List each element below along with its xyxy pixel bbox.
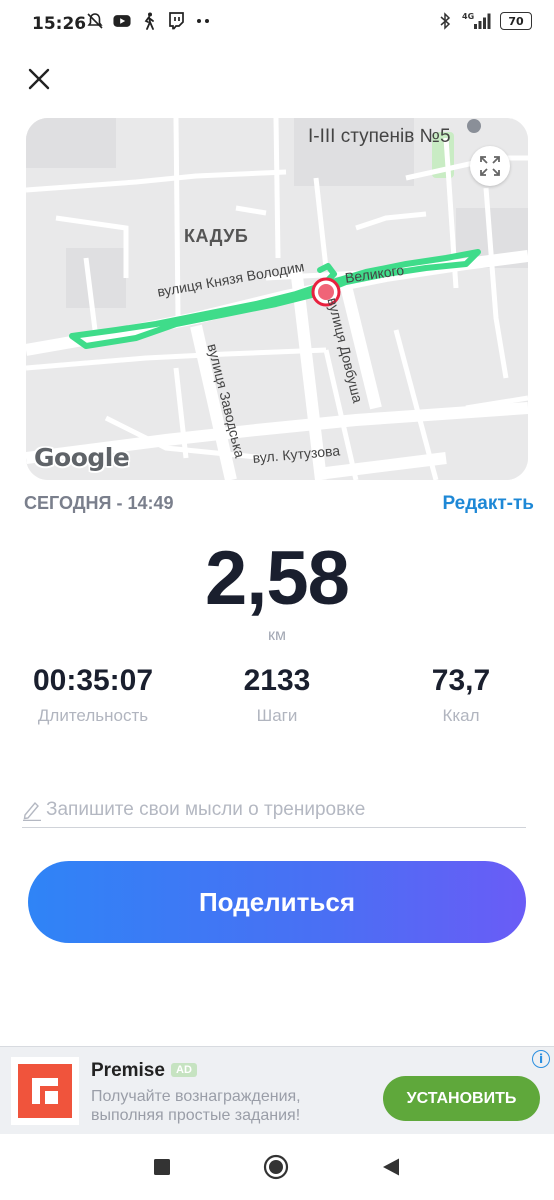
status-notification-icons <box>86 12 212 30</box>
pencil-icon <box>23 801 41 821</box>
status-bar: 15:26 4G 70 <box>0 0 554 50</box>
distance-unit: км <box>268 627 286 644</box>
install-label: УСТАНОВИТЬ <box>406 1089 517 1107</box>
premise-logo <box>11 1057 79 1125</box>
bluetooth-icon <box>436 12 454 30</box>
ad-description: Получайте вознаграждения, выполняя прост… <box>91 1088 301 1124</box>
ad-info-icon[interactable]: i <box>532 1050 550 1068</box>
stat-value: 73,7 <box>431 664 491 697</box>
status-time: 15:26 <box>32 14 87 34</box>
stat-label: Шаги <box>256 706 298 725</box>
place-pin <box>467 119 481 133</box>
stat-duration: 00:35:07 Длительность <box>3 664 183 726</box>
share-button[interactable]: Поделиться <box>28 861 526 943</box>
notes-input[interactable]: Запишите свои мысли о тренировке <box>22 792 526 828</box>
edit-button[interactable]: Редакт-ть <box>442 493 534 515</box>
map-label-district: КАДУБ <box>184 226 249 246</box>
ad-title: Premise <box>91 1060 165 1081</box>
share-label: Поделиться <box>198 886 356 917</box>
home-button[interactable] <box>263 1154 289 1180</box>
home-circle-icon <box>263 1154 289 1180</box>
close-icon <box>28 68 50 90</box>
stat-steps: 2133 Шаги <box>187 664 367 726</box>
back-button[interactable] <box>378 1154 404 1180</box>
network-type-label: 4G <box>462 12 475 21</box>
stat-label: Ккал <box>442 706 480 725</box>
workout-date-row: СЕГОДНЯ - 14:49 Редакт-ть <box>24 493 534 515</box>
stat-value: 2133 <box>243 664 311 697</box>
expand-icon <box>480 156 500 176</box>
recents-button[interactable] <box>149 1154 175 1180</box>
notes-placeholder: Запишите свои мысли о тренировке <box>46 798 366 820</box>
google-attribution: Google <box>34 443 130 472</box>
youtube-icon <box>113 12 131 30</box>
map-tiles <box>26 118 528 480</box>
more-dots-icon <box>194 12 212 30</box>
stat-calories: 73,7 Ккал <box>371 664 551 726</box>
workout-date: СЕГОДНЯ - 14:49 <box>24 493 174 513</box>
close-button[interactable] <box>22 62 56 96</box>
expand-map-button[interactable] <box>470 146 510 186</box>
muted-icon <box>86 12 104 30</box>
recents-square-icon <box>154 1159 170 1175</box>
system-nav-bar <box>0 1134 554 1200</box>
ad-banner[interactable]: Premise AD Получайте вознаграждения, вып… <box>0 1046 554 1134</box>
walking-icon <box>140 12 158 30</box>
twitch-icon <box>167 12 185 30</box>
status-system-icons: 4G 70 <box>436 12 532 30</box>
install-button[interactable]: УСТАНОВИТЬ <box>383 1076 540 1121</box>
battery-icon: 70 <box>500 12 532 30</box>
stat-label: Длительность <box>37 706 149 725</box>
back-triangle-icon <box>383 1158 399 1176</box>
ad-badge: AD <box>171 1063 197 1077</box>
route-map[interactable]: I-III ступенів №5 КАДУБ вулиця Князя Вол… <box>26 118 528 480</box>
stat-value: 00:35:07 <box>32 664 154 697</box>
distance-value: 2,58 <box>205 536 350 621</box>
map-label-school: I-III ступенів №5 <box>308 126 451 147</box>
signal-icon: 4G <box>462 12 492 30</box>
